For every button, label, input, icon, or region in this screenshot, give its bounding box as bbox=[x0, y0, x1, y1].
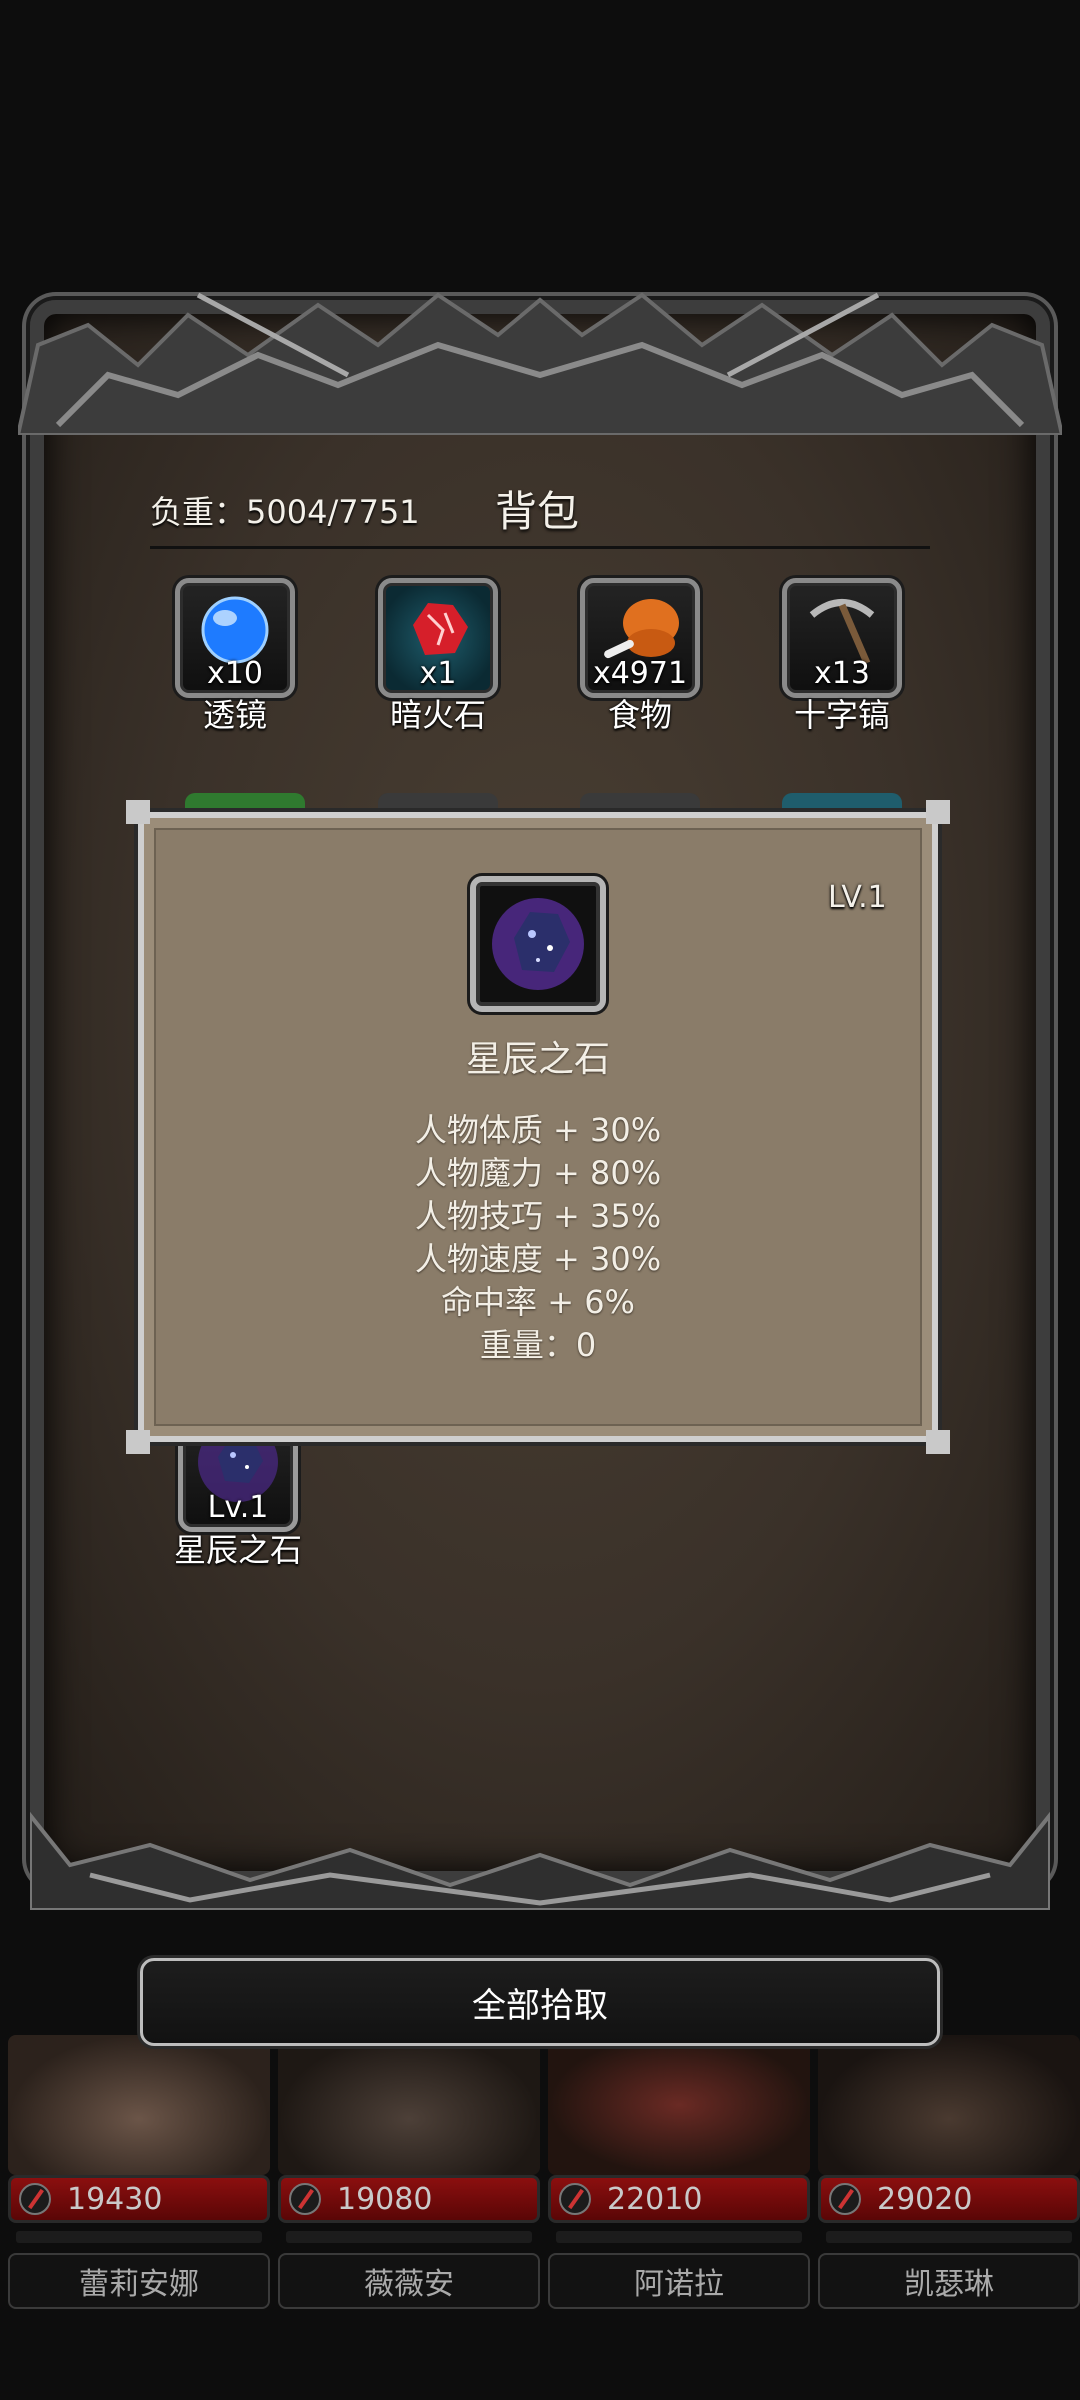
item-name: 十字镐 bbox=[793, 696, 890, 734]
item-level: Lv.1 bbox=[207, 1490, 269, 1525]
stat-line: 人物速度 + 30% bbox=[414, 1240, 662, 1278]
character-card[interactable]: 29020 凯瑟琳 bbox=[818, 2035, 1080, 2335]
item-slot-lens[interactable]: x10 bbox=[175, 578, 295, 698]
character-card[interactable]: 19430 蕾莉安娜 bbox=[8, 2035, 270, 2335]
item-quantity: x10 bbox=[207, 656, 263, 691]
sword-icon bbox=[19, 2183, 51, 2215]
power-bar: 22010 bbox=[548, 2175, 810, 2223]
weight-label: 负重：5004/7751 bbox=[150, 493, 420, 531]
stat-line: 重量：0 bbox=[479, 1326, 597, 1364]
sub-bar bbox=[16, 2231, 262, 2243]
power-value: 19080 bbox=[337, 2182, 433, 2217]
collect-all-button[interactable]: 全部拾取 bbox=[140, 1958, 940, 2046]
character-portrait bbox=[818, 2035, 1080, 2175]
popup-level: LV.1 bbox=[828, 880, 887, 915]
stat-line: 命中率 + 6% bbox=[441, 1283, 635, 1321]
sub-bar bbox=[556, 2231, 802, 2243]
popup-corner bbox=[926, 1430, 950, 1454]
item-quantity: x4971 bbox=[592, 656, 688, 691]
popup-corner bbox=[126, 800, 150, 824]
stat-line: 人物体质 + 30% bbox=[414, 1111, 662, 1149]
item-name: 食物 bbox=[607, 696, 672, 734]
power-value: 29020 bbox=[877, 2182, 973, 2217]
title-divider bbox=[150, 546, 930, 549]
item-slot-hidden bbox=[782, 793, 902, 811]
star-stone-icon bbox=[492, 898, 584, 990]
item-slot-pickaxe[interactable]: x13 bbox=[782, 578, 902, 698]
popup-item-name: 星辰之石 bbox=[465, 1039, 610, 1080]
power-bar: 29020 bbox=[818, 2175, 1080, 2223]
ornate-frame-bottom bbox=[30, 1811, 1050, 1910]
item-slot-hidden bbox=[185, 793, 305, 811]
character-name: 薇薇安 bbox=[278, 2253, 540, 2309]
power-bar: 19430 bbox=[8, 2175, 270, 2223]
item-name: 暗火石 bbox=[389, 696, 486, 734]
sword-icon bbox=[559, 2183, 591, 2215]
stat-line: 人物技巧 + 35% bbox=[414, 1197, 662, 1235]
power-bar: 19080 bbox=[278, 2175, 540, 2223]
power-value: 19430 bbox=[67, 2182, 163, 2217]
panel-title: 背包 bbox=[495, 487, 580, 536]
ornate-frame-top bbox=[18, 292, 1062, 435]
item-name: 星辰之石 bbox=[173, 1531, 302, 1569]
character-portrait bbox=[548, 2035, 810, 2175]
power-value: 22010 bbox=[607, 2182, 703, 2217]
character-portrait bbox=[278, 2035, 540, 2175]
sword-icon bbox=[289, 2183, 321, 2215]
character-name: 阿诺拉 bbox=[548, 2253, 810, 2309]
sub-bar bbox=[826, 2231, 1072, 2243]
character-card[interactable]: 19080 薇薇安 bbox=[278, 2035, 540, 2335]
item-name: 透镜 bbox=[202, 696, 267, 734]
stat-line: 人物魔力 + 80% bbox=[414, 1154, 662, 1192]
item-slot-hidden bbox=[580, 793, 700, 811]
popup-corner bbox=[126, 1430, 150, 1454]
sub-bar bbox=[286, 2231, 532, 2243]
sword-icon bbox=[829, 2183, 861, 2215]
item-slot-food[interactable]: x4971 bbox=[580, 578, 700, 698]
item-quantity: x13 bbox=[814, 656, 870, 691]
character-portrait bbox=[8, 2035, 270, 2175]
character-name: 凯瑟琳 bbox=[818, 2253, 1080, 2309]
item-quantity: x1 bbox=[419, 656, 457, 691]
popup-item-icon-frame bbox=[470, 876, 606, 1012]
character-card[interactable]: 22010 阿诺拉 bbox=[548, 2035, 810, 2335]
popup-corner bbox=[926, 800, 950, 824]
item-slot-hidden bbox=[378, 793, 498, 811]
item-slot-dark-fire-stone[interactable]: x1 bbox=[378, 578, 498, 698]
character-name: 蕾莉安娜 bbox=[8, 2253, 270, 2309]
